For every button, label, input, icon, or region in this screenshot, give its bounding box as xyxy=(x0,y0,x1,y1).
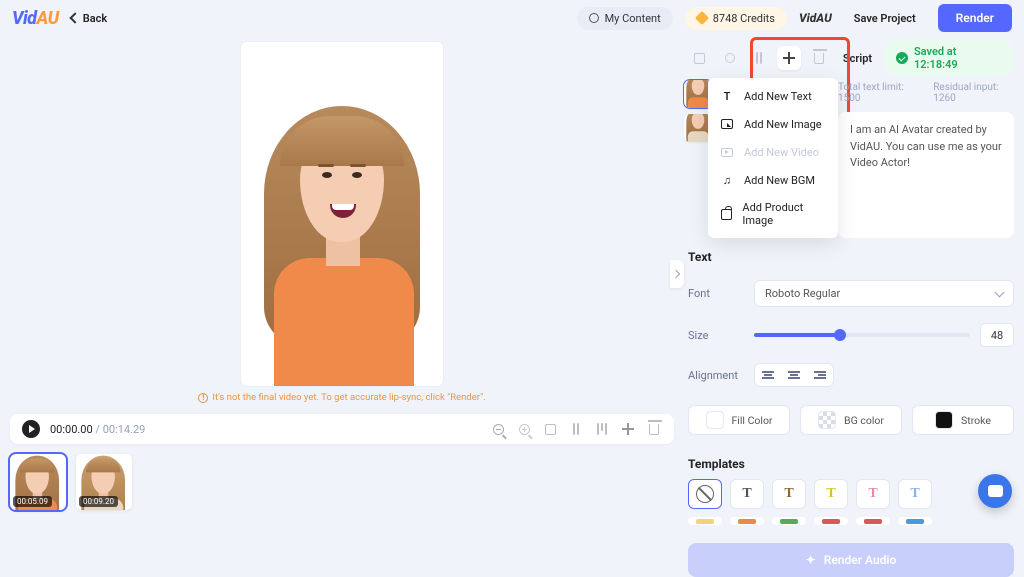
play-button[interactable] xyxy=(22,420,40,438)
music-icon xyxy=(720,173,734,187)
font-select[interactable]: Roboto Regular xyxy=(754,280,1014,307)
template-option[interactable]: T xyxy=(814,479,848,509)
render-button[interactable]: Render xyxy=(938,4,1012,32)
size-label: Size xyxy=(688,329,740,342)
back-button[interactable]: Back xyxy=(71,12,107,25)
zoom-in-button[interactable] xyxy=(516,421,532,437)
add-video-item: Add New Video xyxy=(708,138,838,166)
text-section-title: Text xyxy=(688,250,1014,264)
align-button[interactable] xyxy=(594,421,610,437)
size-value[interactable]: 48 xyxy=(980,323,1014,347)
clip-duration: 00:05.09 xyxy=(13,496,52,507)
layers-icon[interactable] xyxy=(688,46,712,70)
delete-tab-icon[interactable] xyxy=(807,46,831,70)
template-option[interactable]: T xyxy=(730,479,764,509)
font-label: Font xyxy=(688,287,740,300)
chevron-left-icon xyxy=(69,12,80,23)
credits-icon xyxy=(695,11,709,25)
template-option[interactable]: T xyxy=(772,479,806,509)
clip-thumbnail[interactable]: 00:05.09 xyxy=(10,454,66,510)
bg-color-button[interactable]: BG color xyxy=(800,405,902,435)
delete-clip-button[interactable] xyxy=(646,421,662,437)
warning-icon: ! xyxy=(198,393,208,403)
render-warning: ! It's not the final video yet. To get a… xyxy=(198,392,485,403)
check-icon xyxy=(896,52,908,64)
fit-button[interactable] xyxy=(542,421,558,437)
align-center-button[interactable] xyxy=(781,364,807,386)
add-image-item[interactable]: Add New Image xyxy=(708,110,838,138)
add-bgm-item[interactable]: Add New BGM xyxy=(708,166,838,194)
unknown-tab-icon[interactable] xyxy=(748,46,772,70)
text-limits: Total text limit: 1500 Residual input: 1… xyxy=(838,82,1014,104)
right-toolbar: Script Saved at 12:18:49 xyxy=(688,40,1014,76)
template-option[interactable]: T xyxy=(856,479,890,509)
credits-label: 8748 Credits xyxy=(713,12,775,25)
script-textarea[interactable]: I am an AI Avatar created by VidAU. You … xyxy=(838,112,1014,238)
support-chat-button[interactable] xyxy=(978,474,1012,508)
my-content-label: My Content xyxy=(605,12,661,25)
template-option[interactable]: T xyxy=(898,479,932,509)
split-button[interactable] xyxy=(568,421,584,437)
text-icon xyxy=(720,89,734,103)
clip-thumbnails: 00:05.09 00:09.20 xyxy=(10,454,674,510)
sparkle-icon xyxy=(806,553,816,567)
user-icon xyxy=(589,13,599,23)
video-canvas[interactable] xyxy=(241,42,443,386)
template-row: T T T T T xyxy=(688,479,1014,509)
render-audio-button[interactable]: Render Audio xyxy=(688,543,1014,577)
saved-status: Saved at 12:18:49 xyxy=(884,40,1014,76)
time-display: 00:00.00 / 00:14.29 xyxy=(50,423,145,436)
template-row xyxy=(688,517,1014,525)
templates-title: Templates xyxy=(688,457,1014,471)
alignment-buttons xyxy=(754,363,834,387)
video-icon xyxy=(720,145,734,159)
align-left-button[interactable] xyxy=(755,364,781,386)
logo: VidAU xyxy=(12,8,59,29)
clip-duration: 00:09.20 xyxy=(79,496,118,507)
timeline-controls: 00:00.00 / 00:14.29 xyxy=(10,414,674,444)
fill-color-button[interactable]: Fill Color xyxy=(688,405,790,435)
add-element-button[interactable] xyxy=(777,46,801,70)
zoom-out-button[interactable] xyxy=(490,421,506,437)
product-icon xyxy=(720,207,732,221)
add-text-item[interactable]: Add New Text xyxy=(708,82,838,110)
expand-panel-button[interactable] xyxy=(670,260,684,288)
alignment-label: Alignment xyxy=(688,369,740,382)
save-project-button[interactable]: Save Project xyxy=(844,7,926,30)
back-label: Back xyxy=(83,12,107,25)
credits-pill[interactable]: 8748 Credits xyxy=(685,7,787,30)
avatar-tab-icon[interactable] xyxy=(718,46,742,70)
align-right-button[interactable] xyxy=(807,364,833,386)
size-slider[interactable]: 48 xyxy=(754,323,1014,347)
image-icon xyxy=(720,117,734,131)
add-clip-button[interactable] xyxy=(620,421,636,437)
app-header: VidAU Back My Content 8748 Credits VidAU… xyxy=(0,0,1024,36)
add-element-menu: Add New Text Add New Image Add New Video… xyxy=(708,78,838,238)
add-product-image-item[interactable]: Add Product Image xyxy=(708,194,838,234)
avatar-preview xyxy=(252,86,432,386)
my-content-button[interactable]: My Content xyxy=(577,7,673,30)
stroke-color-button[interactable]: Stroke xyxy=(912,405,1014,435)
brand-badge: VidAU xyxy=(799,11,832,25)
chevron-down-icon xyxy=(995,287,1005,297)
clip-thumbnail[interactable]: 00:09.20 xyxy=(76,454,132,510)
script-tab[interactable]: Script xyxy=(837,48,878,69)
template-none[interactable] xyxy=(688,479,722,509)
